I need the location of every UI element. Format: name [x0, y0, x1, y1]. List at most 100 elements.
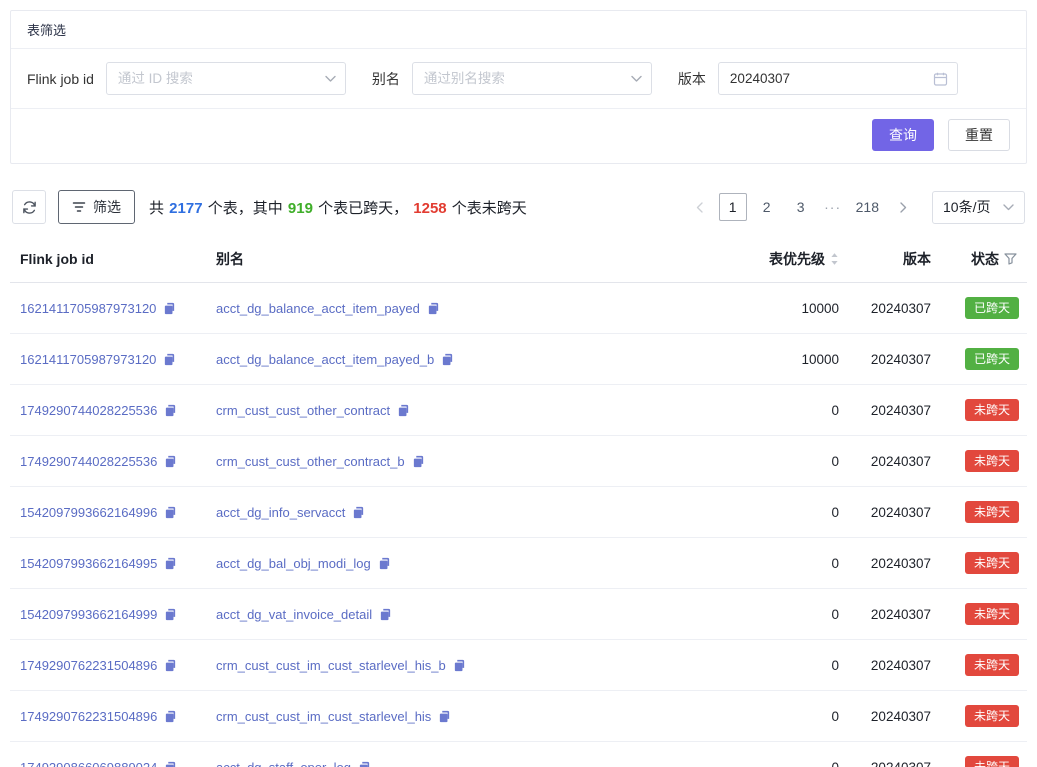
version-cell: 20240307 — [849, 742, 941, 767]
alias-link[interactable]: crm_cust_cust_other_contract_b — [216, 454, 405, 469]
status-badge: 未跨天 — [965, 552, 1019, 574]
copy-icon[interactable] — [378, 557, 391, 570]
priority-cell: 0 — [691, 640, 849, 691]
version-cell: 20240307 — [849, 436, 941, 487]
copy-icon[interactable] — [164, 659, 177, 672]
flink-job-id-link[interactable]: 1749290762231504896 — [20, 658, 157, 673]
priority-cell: 0 — [691, 487, 849, 538]
sort-icon[interactable] — [830, 252, 839, 266]
version-cell: 20240307 — [849, 640, 941, 691]
flink-job-id-link[interactable]: 1749290762231504896 — [20, 709, 157, 724]
flink-job-id-select[interactable] — [106, 62, 346, 95]
page-button-last[interactable]: 218 — [851, 193, 884, 221]
status-badge: 未跨天 — [965, 501, 1019, 523]
version-cell: 20240307 — [849, 691, 941, 742]
copy-icon[interactable] — [397, 404, 410, 417]
alias-input[interactable] — [413, 63, 651, 94]
page-button-3[interactable]: 3 — [787, 193, 815, 221]
version-label: 版本 — [678, 69, 706, 89]
table-toolbar: 筛选 共 2177 个表，其中 919 个表已跨天， 1258 个表未跨天 1 … — [12, 190, 1025, 224]
version-cell: 20240307 — [849, 487, 941, 538]
copy-icon[interactable] — [412, 455, 425, 468]
flink-job-id-link[interactable]: 1542097993662164999 — [20, 607, 157, 622]
filter-lines-icon — [72, 201, 86, 213]
copy-icon[interactable] — [163, 302, 176, 315]
refresh-button[interactable] — [12, 190, 46, 224]
copy-icon[interactable] — [438, 710, 451, 723]
summary-text: 共 — [149, 200, 168, 217]
summary-text: 个表未跨天 — [448, 200, 527, 217]
version-cell: 20240307 — [849, 589, 941, 640]
copy-icon[interactable] — [163, 353, 176, 366]
copy-icon[interactable] — [164, 506, 177, 519]
alias-label: 别名 — [372, 69, 400, 89]
refresh-icon — [22, 200, 37, 215]
flink-job-id-link[interactable]: 1749290744028225536 — [20, 454, 157, 469]
alias-link[interactable]: acct_dg_staff_oper_log — [216, 760, 351, 767]
total-count: 2177 — [169, 200, 202, 217]
flink-job-id-link[interactable]: 1621411705987973120 — [20, 352, 156, 367]
chevron-down-icon — [631, 75, 642, 82]
filter-button[interactable]: 筛选 — [58, 190, 135, 224]
table-row: 1621411705987973120 acct_dg_balance_acct… — [10, 334, 1027, 385]
header-priority[interactable]: 表优先级 — [691, 236, 849, 283]
filter-card-title: 表筛选 — [11, 11, 1026, 49]
copy-icon[interactable] — [358, 761, 371, 767]
next-page-button[interactable] — [890, 193, 916, 221]
page-button-2[interactable]: 2 — [753, 193, 781, 221]
alias-link[interactable]: acct_dg_balance_acct_item_payed_b — [216, 352, 434, 367]
copy-icon[interactable] — [164, 608, 177, 621]
table-row: 1542097993662164999 acct_dg_vat_invoice_… — [10, 589, 1027, 640]
alias-link[interactable]: crm_cust_cust_im_cust_starlevel_his_b — [216, 658, 446, 673]
pagination-ellipsis[interactable]: ··· — [821, 199, 845, 215]
copy-icon[interactable] — [164, 761, 177, 767]
table-header-row: Flink job id 别名 表优先级 版本 状态 — [10, 236, 1027, 283]
priority-cell: 0 — [691, 742, 849, 767]
flink-job-id-link[interactable]: 1542097993662164996 — [20, 505, 157, 520]
header-status[interactable]: 状态 — [941, 236, 1027, 283]
copy-icon[interactable] — [164, 404, 177, 417]
version-cell: 20240307 — [849, 283, 941, 334]
flink-job-id-link[interactable]: 1621411705987973120 — [20, 301, 156, 316]
alias-link[interactable]: acct_dg_vat_invoice_detail — [216, 607, 372, 622]
page-button-1[interactable]: 1 — [719, 193, 747, 221]
alias-link[interactable]: acct_dg_info_servacct — [216, 505, 345, 520]
flink-job-id-input[interactable] — [107, 63, 345, 94]
filter-funnel-icon[interactable] — [1004, 253, 1017, 265]
status-badge: 未跨天 — [965, 603, 1019, 625]
table-row: 1749290762231504896 crm_cust_cust_im_cus… — [10, 691, 1027, 742]
prev-page-button[interactable] — [687, 193, 713, 221]
priority-cell: 10000 — [691, 334, 849, 385]
reset-button[interactable]: 重置 — [948, 119, 1010, 151]
copy-icon[interactable] — [164, 455, 177, 468]
version-date-picker[interactable] — [718, 62, 958, 95]
flink-job-id-link[interactable]: 1749290866069889024 — [20, 760, 157, 767]
page: 表筛选 Flink job id 别名 — [0, 0, 1037, 767]
copy-icon[interactable] — [441, 353, 454, 366]
flink-job-id-label: Flink job id — [27, 71, 94, 87]
alias-field: 别名 — [372, 62, 652, 95]
page-size-select[interactable]: 10条/页 — [932, 191, 1025, 224]
copy-icon[interactable] — [453, 659, 466, 672]
copy-icon[interactable] — [164, 710, 177, 723]
version-date-input[interactable] — [719, 63, 957, 94]
alias-link[interactable]: acct_dg_balance_acct_item_payed — [216, 301, 420, 316]
pagination-top: 1 2 3 ··· 218 10条/页 — [687, 191, 1025, 224]
query-button[interactable]: 查询 — [872, 119, 934, 151]
alias-link[interactable]: crm_cust_cust_im_cust_starlevel_his — [216, 709, 431, 724]
status-badge: 已跨天 — [965, 348, 1019, 370]
flink-job-id-link[interactable]: 1749290744028225536 — [20, 403, 157, 418]
priority-cell: 0 — [691, 385, 849, 436]
flink-job-id-link[interactable]: 1542097993662164995 — [20, 556, 157, 571]
status-badge: 未跨天 — [965, 399, 1019, 421]
alias-select[interactable] — [412, 62, 652, 95]
alias-link[interactable]: crm_cust_cust_other_contract — [216, 403, 390, 418]
copy-icon[interactable] — [164, 557, 177, 570]
copy-icon[interactable] — [379, 608, 392, 621]
status-badge: 未跨天 — [965, 654, 1019, 676]
copy-icon[interactable] — [427, 302, 440, 315]
alias-link[interactable]: acct_dg_bal_obj_modi_log — [216, 556, 371, 571]
status-badge: 未跨天 — [965, 705, 1019, 727]
copy-icon[interactable] — [352, 506, 365, 519]
version-cell: 20240307 — [849, 334, 941, 385]
